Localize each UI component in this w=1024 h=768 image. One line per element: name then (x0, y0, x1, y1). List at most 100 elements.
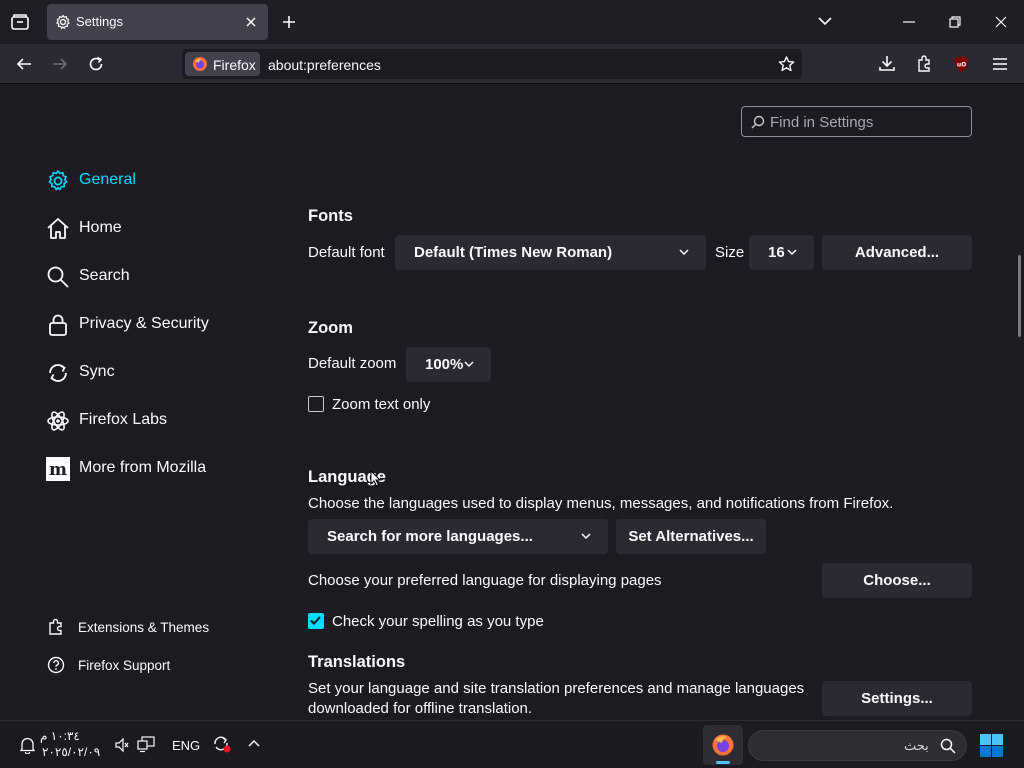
puzzle-icon (47, 618, 65, 636)
zoom-text-only-checkbox[interactable] (308, 396, 324, 412)
category-label: Firefox Labs (79, 411, 168, 428)
svg-text:m: m (49, 460, 67, 480)
advanced-fonts-button[interactable]: Advanced... (822, 235, 972, 270)
category-label: More from Mozilla (79, 459, 207, 476)
gear-icon (46, 169, 70, 193)
zoom-text-only-label[interactable]: Zoom text only (332, 396, 430, 413)
windows-start-icon[interactable] (980, 734, 1003, 757)
category-general[interactable]: General (46, 168, 136, 194)
choose-language-button[interactable]: Choose... (822, 563, 972, 598)
set-alternatives-button[interactable]: Set Alternatives... (616, 519, 766, 554)
home-icon (46, 217, 70, 241)
category-privacy[interactable]: Privacy & Security (46, 312, 209, 338)
forward-icon[interactable] (52, 56, 68, 72)
flask-icon (46, 409, 70, 433)
category-more-from-mozilla[interactable]: m More from Mozilla (46, 456, 206, 482)
svg-text:uO: uO (957, 62, 966, 69)
windows-taskbar: ١٠:٣٤ م ٢٠٢٥/٠٢/٠٩ ENG بحث (0, 720, 1024, 768)
back-icon[interactable] (16, 56, 32, 72)
extensions-label: Extensions & Themes (78, 620, 210, 635)
reload-icon[interactable] (88, 56, 104, 72)
close-window-icon[interactable] (995, 16, 1007, 28)
category-search[interactable]: Search (46, 264, 130, 290)
gear-icon (55, 14, 71, 30)
translations-heading: Translations (308, 653, 406, 671)
extensions-themes-link[interactable]: Extensions & Themes (47, 618, 209, 638)
search-icon (46, 265, 70, 289)
chevron-down-icon (464, 360, 474, 368)
language-description: Choose the languages used to display men… (308, 495, 894, 512)
ublock-origin-icon[interactable]: uO (953, 55, 970, 73)
category-label: General (79, 171, 136, 188)
menu-hamburger-icon[interactable] (993, 58, 1007, 70)
help-icon (47, 656, 65, 674)
scrollbar-thumb[interactable] (1018, 255, 1021, 337)
identity-label: Firefox (213, 57, 256, 73)
default-font-select[interactable]: Default (Times New Roman) (395, 235, 706, 270)
firefox-support-link[interactable]: Firefox Support (47, 656, 170, 676)
preferred-language-label: Choose your preferred language for displ… (308, 572, 662, 589)
new-tab-icon[interactable] (282, 15, 296, 29)
translations-description-line1: Set your language and site translation p… (308, 680, 805, 697)
search-more-languages-value: Search for more languages... (327, 528, 533, 545)
font-size-select[interactable]: 16 (749, 235, 814, 270)
navigation-toolbar: Firefox about:preferences uO (0, 44, 1024, 84)
tab-strip: Settings (0, 0, 1024, 44)
search-icon (751, 115, 765, 129)
firefox-view-icon[interactable] (10, 13, 30, 31)
url-text[interactable]: about:preferences (268, 57, 381, 73)
category-label: Home (79, 219, 122, 236)
find-in-settings-input[interactable]: Find in Settings (741, 106, 972, 137)
category-home[interactable]: Home (46, 216, 122, 242)
search-icon (940, 738, 956, 754)
restore-icon[interactable] (949, 16, 961, 28)
tab-settings[interactable]: Settings (47, 4, 268, 40)
taskbar-search-placeholder: بحث (904, 738, 929, 753)
support-label: Firefox Support (78, 658, 171, 673)
font-size-value: 16 (768, 244, 785, 261)
clock-time[interactable]: ١٠:٣٤ م (40, 729, 80, 743)
taskbar-firefox-button[interactable] (703, 725, 743, 765)
notification-bell-icon[interactable] (20, 737, 35, 754)
chevron-up-icon[interactable] (248, 739, 260, 747)
default-font-label: Default font (308, 244, 385, 261)
firefox-logo-icon (192, 56, 208, 72)
extensions-icon[interactable] (916, 55, 932, 72)
lock-icon (46, 313, 70, 337)
clock-date[interactable]: ٢٠٢٥/٠٢/٠٩ (42, 745, 100, 759)
default-zoom-select[interactable]: 100% (406, 347, 491, 382)
downloads-icon[interactable] (879, 55, 895, 72)
category-sync[interactable]: Sync (46, 360, 115, 386)
sync-icon (46, 361, 70, 385)
input-language[interactable]: ENG (172, 738, 200, 753)
check-icon (310, 616, 321, 625)
network-icon[interactable] (137, 736, 155, 753)
tab-title: Settings (76, 14, 123, 29)
font-size-label: Size (715, 244, 745, 261)
volume-muted-icon[interactable] (115, 737, 129, 753)
category-firefox-labs[interactable]: Firefox Labs (46, 408, 167, 434)
spellcheck-checkbox[interactable] (308, 613, 324, 629)
zoom-heading: Zoom (308, 319, 353, 337)
default-zoom-label: Default zoom (308, 355, 397, 372)
identity-box[interactable]: Firefox (185, 52, 260, 76)
translation-settings-button[interactable]: Settings... (822, 681, 972, 716)
minimize-icon[interactable] (903, 21, 915, 23)
find-placeholder: Find in Settings (770, 114, 874, 131)
taskbar-search-box[interactable]: بحث (748, 730, 967, 761)
url-bar[interactable]: Firefox about:preferences (182, 49, 802, 79)
mouse-cursor-icon (370, 470, 381, 487)
sync-status-icon[interactable] (212, 735, 232, 754)
category-label: Privacy & Security (79, 315, 209, 332)
preferences-content: Find in Settings General Home Search Pri… (0, 85, 1024, 720)
chevron-down-icon (581, 532, 591, 540)
bookmark-star-icon[interactable] (778, 56, 795, 72)
list-all-tabs-icon[interactable] (818, 16, 832, 26)
spellcheck-label[interactable]: Check your spelling as you type (332, 613, 544, 630)
chevron-down-icon (787, 248, 797, 256)
close-tab-icon[interactable] (245, 16, 257, 28)
category-label: Sync (79, 363, 115, 380)
default-font-value: Default (Times New Roman) (414, 244, 613, 261)
search-more-languages-select[interactable]: Search for more languages... (308, 519, 608, 554)
firefox-logo-icon (711, 733, 735, 757)
